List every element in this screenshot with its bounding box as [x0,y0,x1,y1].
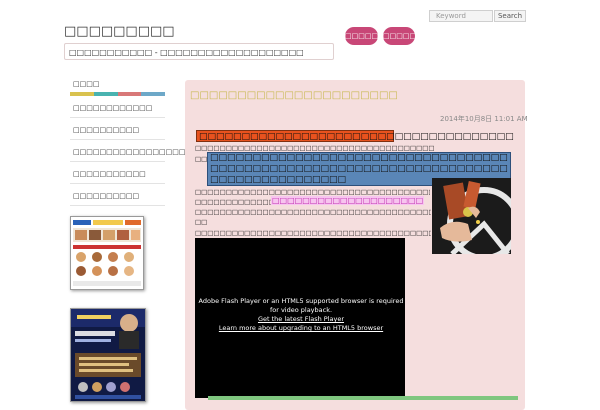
ad-banner-seminar-image [71,309,145,401]
divider [70,161,165,162]
body-text-line: □□□□□□□□□□□□□□□□□□□□□□□□□□□□□□□□□□□□□□□□… [195,208,431,216]
body-text-line: □□□□□□□□□□□□□□□□□□□□□□□□□□□□□□□□□□□□□□□□… [195,188,430,196]
post-title[interactable]: □□□□□□□□□□□□□□□□□□□□□□ [190,90,398,101]
search-input[interactable]: Keyword [429,10,493,22]
flash-player-link[interactable]: Get the latest Flash Player [196,315,406,324]
body-text-line: □□□□□□□□□□□□□□□□□□□□□□□□□□□□□□□□□□□□□□□ [195,144,435,152]
ad-banner-seminar[interactable] [70,308,146,402]
search-button[interactable]: Search [494,10,526,22]
video-message-line: for video playback. [269,306,333,314]
nav-button-2[interactable]: □□□□□ [383,27,416,45]
sidebar-item-1[interactable]: □□□□□□□□□□□□ [73,104,152,112]
colorbar-segment [117,92,142,96]
ad-banner-shop-image [71,217,143,289]
post-photo-image [432,178,511,254]
divider [70,205,165,206]
divider [70,139,165,140]
ad-banner-shop[interactable] [70,216,144,290]
divider [70,117,165,118]
body-text-line: □□ [195,218,208,226]
video-message-line: Adobe Flash Player or an HTML5 supported… [198,297,404,305]
post-photo [432,178,511,254]
sidebar-item-2[interactable]: □□□□□□□□□□ [73,126,139,134]
highlight-strip [208,396,518,400]
divider [70,183,165,184]
nav-button-1[interactable]: □□□□□ [345,27,378,45]
body-text-line: □□□□□□□□□□□□□□□□□□□□□□□□□□□□□□□□□□□□□□□□… [195,229,431,237]
html5-browser-link[interactable]: Learn more about upgrading to an HTML5 b… [196,324,406,333]
site-title[interactable]: □□□□□□□□□ [64,24,175,39]
pink-highlight-link[interactable]: □□□□□□□□□□□□□□□□□□□□ [271,196,425,205]
site-description: □□□□□□□□□□□ - □□□□□□□□□□□□□□□□□□□ [64,43,334,60]
post-date: 2014年10月8日 11:01 AM [440,115,528,123]
colorbar-segment [93,92,118,96]
colorbar-segment [141,92,165,96]
sidebar-item-5[interactable]: □□□□□□□□□□ [73,192,139,200]
sidebar-heading: □□□□ [73,80,100,88]
headline-orange: □□□□□□□□□□□□□□□□□□□□□□□□□□□□□□□□□□□□□ [196,130,514,142]
video-fallback-message: Adobe Flash Player or an HTML5 supported… [196,297,406,333]
sidebar-item-4[interactable]: □□□□□□□□□□□ [73,170,146,178]
sidebar-colorbar [70,92,165,96]
colorbar-segment [70,92,94,96]
sidebar-item-3[interactable]: □□□□□□□□□□□□□□□□□□ [73,148,192,156]
